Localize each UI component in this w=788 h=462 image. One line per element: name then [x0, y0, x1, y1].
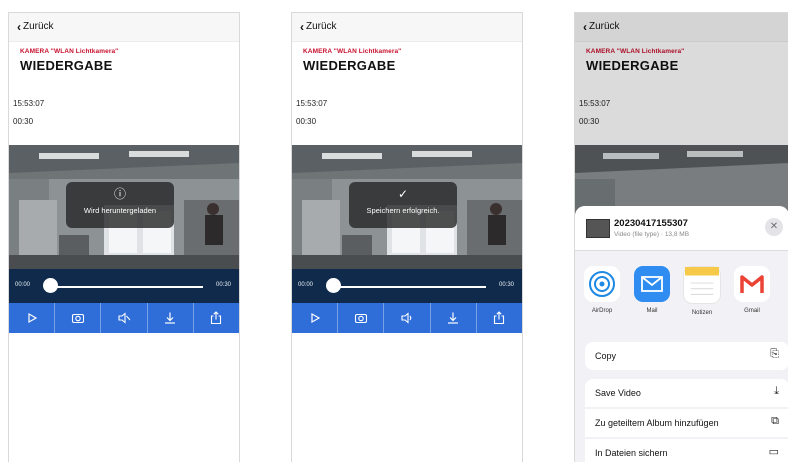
share-sheet: 20230417155307 Video (file type) · 13,8 … — [575, 206, 788, 462]
phone-screen-saved: ‹ Zurück KAMERA "WLAN Lichtkamera" WIEDE… — [291, 12, 523, 462]
page-title: WIEDERGABE — [303, 58, 396, 73]
toast-text: Speichern erfolgreich. — [366, 206, 440, 215]
app-label: Mail — [646, 308, 658, 314]
action-save-to-files[interactable]: In Dateien sichern ▭ — [585, 439, 788, 462]
control-bar — [292, 303, 522, 333]
phone-screen-share-sheet: ‹ Zurück KAMERA "WLAN Lichtkamera" WIEDE… — [574, 12, 788, 462]
action-label: Zu geteiltem Album hinzufügen — [595, 418, 719, 428]
phone-screen-downloading: ‹ Zurück KAMERA "WLAN Lichtkamera" WIEDE… — [8, 12, 240, 462]
download-icon — [165, 312, 176, 324]
copy-icon: ⎘ — [770, 348, 779, 360]
play-button[interactable] — [292, 303, 339, 333]
close-button[interactable]: ✕ — [765, 218, 783, 236]
download-button[interactable] — [148, 303, 194, 333]
mute-icon — [118, 312, 131, 324]
action-label: Save Video — [595, 388, 641, 398]
share-button[interactable] — [194, 303, 239, 333]
file-info: Video (file type) · 13,8 MB — [614, 231, 690, 238]
notes-icon — [683, 266, 721, 304]
speaker-icon — [401, 312, 412, 324]
progress-handle[interactable] — [43, 278, 58, 293]
back-button[interactable]: ‹ Zurück — [300, 19, 337, 34]
share-app-airdrop[interactable]: AirDrop — [582, 266, 622, 314]
info-icon: ⓘ — [113, 187, 126, 201]
video-scrubber[interactable]: 00:00 00:30 — [9, 269, 239, 303]
progress-track[interactable] — [332, 286, 486, 288]
mail-icon — [634, 266, 670, 302]
close-icon: ✕ — [769, 221, 779, 232]
download-button[interactable] — [431, 303, 477, 333]
recording-time: 15:53:07 — [296, 99, 328, 108]
action-save-video[interactable]: Save Video ⤓ — [585, 379, 788, 407]
app-label: Notizen — [691, 310, 713, 316]
time-end: 00:30 — [215, 282, 231, 288]
share-button[interactable] — [477, 303, 522, 333]
checkmark-icon: ✓ — [397, 187, 409, 201]
action-label: Copy — [595, 351, 617, 361]
play-icon — [27, 312, 37, 324]
app-label: AirDrop — [591, 308, 613, 314]
page-title: WIEDERGABE — [20, 58, 113, 73]
file-name: 20230417155307 — [614, 218, 688, 229]
share-app-gmail[interactable]: Gmail — [732, 266, 772, 314]
folder-icon: ▭ — [768, 446, 779, 458]
time-start: 00:00 — [15, 282, 31, 288]
control-bar — [9, 303, 239, 333]
save-success-toast: ✓ Speichern erfolgreich. — [349, 182, 457, 228]
video-frame[interactable]: ✓ Speichern erfolgreich. — [292, 145, 522, 269]
navigation-bar: ‹ Zurück — [9, 13, 239, 42]
camera-name: KAMERA "WLAN Lichtkamera" — [20, 48, 119, 55]
video-thumbnail — [586, 219, 610, 238]
back-button[interactable]: ‹ Zurück — [17, 19, 54, 34]
navigation-bar: ‹ Zurück — [292, 13, 522, 42]
share-sheet-header: 20230417155307 Video (file type) · 13,8 … — [575, 206, 788, 251]
mute-button[interactable] — [101, 303, 148, 333]
toast-text: Wird heruntergeladen — [83, 206, 157, 215]
download-toast: ⓘ Wird heruntergeladen — [66, 182, 174, 228]
action-copy[interactable]: Copy ⎘ — [585, 342, 788, 370]
time-end: 00:30 — [498, 282, 514, 288]
progress-handle[interactable] — [326, 278, 341, 293]
snapshot-button[interactable] — [338, 303, 385, 333]
back-label: Zurück — [23, 21, 54, 32]
recording-duration: 00:30 — [296, 117, 317, 126]
mute-button[interactable] — [384, 303, 431, 333]
action-label: In Dateien sichern — [595, 448, 668, 458]
snapshot-icon — [71, 313, 84, 324]
recording-time: 15:53:07 — [13, 99, 45, 108]
share-app-row: AirDrop Mail Notizen Gmail — [575, 258, 788, 332]
download-icon — [448, 312, 459, 324]
action-shared-album[interactable]: Zu geteiltem Album hinzufügen ⧉ — [585, 409, 788, 437]
shared-album-icon: ⧉ — [771, 415, 779, 427]
video-frame[interactable]: ⓘ Wird heruntergeladen — [9, 145, 239, 269]
play-icon — [310, 312, 320, 324]
chevron-left-icon: ‹ — [300, 19, 304, 34]
airdrop-icon — [584, 266, 620, 302]
share-icon — [211, 311, 222, 325]
share-app-notes[interactable]: Notizen — [682, 266, 722, 316]
save-video-icon: ⤓ — [774, 385, 779, 397]
play-button[interactable] — [9, 303, 56, 333]
chevron-left-icon: ‹ — [17, 19, 21, 34]
progress-track[interactable] — [49, 286, 203, 288]
recording-duration: 00:30 — [13, 117, 34, 126]
video-scrubber[interactable]: 00:00 00:30 — [292, 269, 522, 303]
snapshot-button[interactable] — [55, 303, 102, 333]
back-label: Zurück — [306, 21, 337, 32]
app-label: Gmail — [744, 308, 760, 314]
time-start: 00:00 — [298, 282, 314, 288]
camera-name: KAMERA "WLAN Lichtkamera" — [303, 48, 402, 55]
share-icon — [494, 311, 505, 325]
gmail-icon — [734, 266, 770, 302]
share-app-mail[interactable]: Mail — [632, 266, 672, 314]
snapshot-icon — [354, 313, 367, 324]
